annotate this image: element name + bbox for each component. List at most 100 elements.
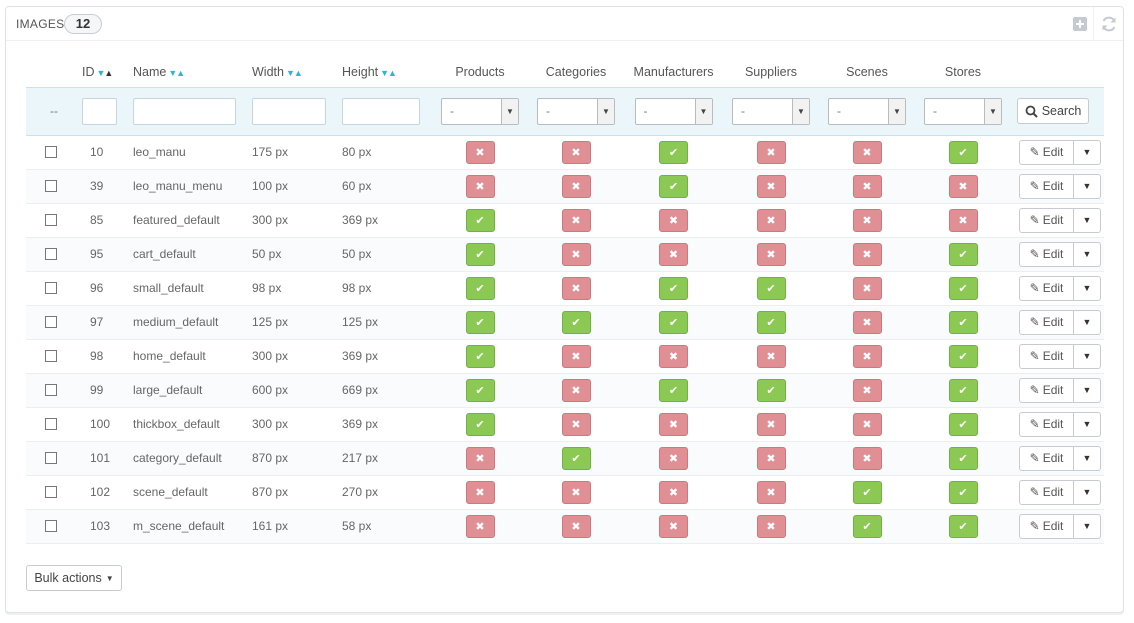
cross-icon[interactable]: ✖ — [852, 276, 882, 300]
row-checkbox[interactable] — [45, 520, 57, 532]
header-height[interactable]: Height ▼▲ — [342, 57, 432, 87]
check-icon[interactable]: ✔ — [465, 412, 495, 436]
row-actions-dropdown[interactable]: ▼ — [1074, 241, 1101, 267]
cross-icon[interactable]: ✖ — [756, 344, 786, 368]
cross-icon[interactable]: ✖ — [756, 480, 786, 504]
check-icon[interactable]: ✔ — [659, 276, 688, 300]
check-icon[interactable]: ✔ — [659, 174, 688, 198]
row-checkbox[interactable] — [45, 146, 57, 158]
cross-icon[interactable]: ✖ — [561, 174, 591, 198]
edit-button[interactable]: ✎ Edit — [1019, 411, 1074, 437]
edit-button[interactable]: ✎ Edit — [1019, 173, 1074, 199]
header-name[interactable]: Name ▼▲ — [133, 57, 252, 87]
row-checkbox[interactable] — [45, 282, 57, 294]
check-icon[interactable]: ✔ — [659, 140, 688, 164]
check-icon[interactable]: ✔ — [756, 310, 786, 334]
cross-icon[interactable]: ✖ — [659, 446, 688, 470]
filter-scenes-select[interactable]: - ▼ — [828, 97, 906, 125]
cross-icon[interactable]: ✖ — [659, 412, 688, 436]
row-actions-dropdown[interactable]: ▼ — [1074, 275, 1101, 301]
edit-button[interactable]: ✎ Edit — [1019, 241, 1074, 267]
cross-icon[interactable]: ✖ — [465, 446, 495, 470]
check-icon[interactable]: ✔ — [561, 446, 591, 470]
filter-name-input[interactable] — [133, 97, 236, 125]
row-checkbox[interactable] — [45, 418, 57, 430]
cross-icon[interactable]: ✖ — [852, 242, 882, 266]
edit-button[interactable]: ✎ Edit — [1019, 275, 1074, 301]
cross-icon[interactable]: ✖ — [852, 378, 882, 402]
check-icon[interactable]: ✔ — [659, 378, 688, 402]
row-checkbox[interactable] — [45, 180, 57, 192]
check-icon[interactable]: ✔ — [948, 242, 978, 266]
cross-icon[interactable]: ✖ — [659, 208, 688, 232]
row-actions-dropdown[interactable]: ▼ — [1074, 513, 1101, 539]
check-icon[interactable]: ✔ — [948, 276, 978, 300]
cross-icon[interactable]: ✖ — [756, 208, 786, 232]
check-icon[interactable]: ✔ — [465, 242, 495, 266]
cross-icon[interactable]: ✖ — [852, 412, 882, 436]
bulk-actions-button[interactable]: Bulk actions ▼ — [26, 565, 122, 591]
cross-icon[interactable]: ✖ — [561, 514, 591, 538]
sort-arrows-icon[interactable]: ▼▲ — [286, 68, 303, 78]
cross-icon[interactable]: ✖ — [465, 140, 495, 164]
row-actions-dropdown[interactable]: ▼ — [1074, 377, 1101, 403]
sort-arrows-icon[interactable]: ▼▲ — [97, 68, 114, 78]
header-id[interactable]: ID ▼▲ — [82, 57, 133, 87]
filter-products-select[interactable]: - ▼ — [441, 97, 519, 125]
cross-icon[interactable]: ✖ — [465, 514, 495, 538]
cross-icon[interactable]: ✖ — [852, 208, 882, 232]
cross-icon[interactable]: ✖ — [756, 174, 786, 198]
edit-button[interactable]: ✎ Edit — [1019, 207, 1074, 233]
cross-icon[interactable]: ✖ — [561, 242, 591, 266]
row-actions-dropdown[interactable]: ▼ — [1074, 445, 1101, 471]
row-actions-dropdown[interactable]: ▼ — [1074, 207, 1101, 233]
cross-icon[interactable]: ✖ — [756, 412, 786, 436]
check-icon[interactable]: ✔ — [465, 344, 495, 368]
edit-button[interactable]: ✎ Edit — [1019, 309, 1074, 335]
sort-arrows-icon[interactable]: ▼▲ — [380, 68, 397, 78]
filter-manufacturers-select[interactable]: - ▼ — [634, 97, 713, 125]
cross-icon[interactable]: ✖ — [561, 378, 591, 402]
check-icon[interactable]: ✔ — [465, 310, 495, 334]
cross-icon[interactable]: ✖ — [756, 242, 786, 266]
edit-button[interactable]: ✎ Edit — [1019, 445, 1074, 471]
refresh-icon[interactable] — [1099, 14, 1119, 34]
add-new-icon[interactable] — [1070, 14, 1090, 34]
row-actions-dropdown[interactable]: ▼ — [1074, 479, 1101, 505]
cross-icon[interactable]: ✖ — [852, 174, 882, 198]
cross-icon[interactable]: ✖ — [465, 480, 495, 504]
check-icon[interactable]: ✔ — [852, 514, 882, 538]
cross-icon[interactable]: ✖ — [852, 344, 882, 368]
cross-icon[interactable]: ✖ — [561, 276, 591, 300]
cross-icon[interactable]: ✖ — [561, 412, 591, 436]
row-checkbox[interactable] — [45, 486, 57, 498]
row-checkbox[interactable] — [45, 214, 57, 226]
check-icon[interactable]: ✔ — [756, 378, 786, 402]
check-icon[interactable]: ✔ — [465, 378, 495, 402]
check-icon[interactable]: ✔ — [948, 514, 978, 538]
check-icon[interactable]: ✔ — [948, 140, 978, 164]
cross-icon[interactable]: ✖ — [756, 514, 786, 538]
cross-icon[interactable]: ✖ — [465, 174, 495, 198]
row-checkbox[interactable] — [45, 248, 57, 260]
check-icon[interactable]: ✔ — [852, 480, 882, 504]
check-icon[interactable]: ✔ — [756, 276, 786, 300]
filter-id-input[interactable] — [82, 97, 117, 125]
check-icon[interactable]: ✔ — [948, 412, 978, 436]
check-icon[interactable]: ✔ — [948, 378, 978, 402]
check-icon[interactable]: ✔ — [465, 208, 495, 232]
cross-icon[interactable]: ✖ — [561, 140, 591, 164]
filter-width-input[interactable] — [252, 97, 326, 125]
cross-icon[interactable]: ✖ — [852, 310, 882, 334]
cross-icon[interactable]: ✖ — [852, 446, 882, 470]
row-actions-dropdown[interactable]: ▼ — [1074, 173, 1101, 199]
cross-icon[interactable]: ✖ — [756, 446, 786, 470]
cross-icon[interactable]: ✖ — [561, 344, 591, 368]
cross-icon[interactable]: ✖ — [659, 242, 688, 266]
edit-button[interactable]: ✎ Edit — [1019, 377, 1074, 403]
row-checkbox[interactable] — [45, 350, 57, 362]
check-icon[interactable]: ✔ — [561, 310, 591, 334]
cross-icon[interactable]: ✖ — [852, 140, 882, 164]
row-actions-dropdown[interactable]: ▼ — [1074, 309, 1101, 335]
row-checkbox[interactable] — [45, 452, 57, 464]
